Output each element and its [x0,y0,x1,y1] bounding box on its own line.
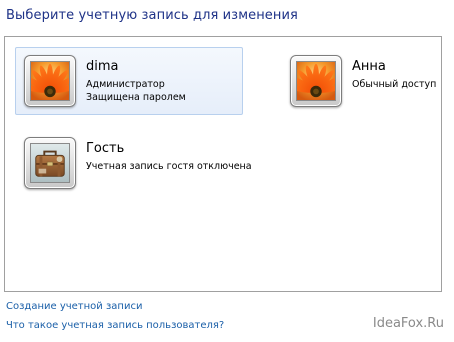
account-type: Обычный доступ [352,79,437,90]
accounts-panel: dima Администратор Защищена паролем Анна… [4,36,442,292]
watermark: IdeaFox.Ru [372,316,444,331]
account-status: Учетная запись гостя отключена [86,161,252,172]
account-tile-anna[interactable]: Анна Обычный доступ [281,47,439,115]
account-tile-guest[interactable]: Гость Учетная запись гостя отключена [15,129,295,197]
avatar [290,55,342,107]
flower-icon [30,61,70,101]
avatar [24,137,76,189]
account-name: Анна [352,59,386,74]
account-password-status: Защищена паролем [86,92,186,103]
create-account-link[interactable]: Создание учетной записи [6,301,142,312]
account-tile-dima[interactable]: dima Администратор Защищена паролем [15,47,243,115]
flower-icon [296,61,336,101]
what-is-account-link[interactable]: Что такое учетная запись пользователя? [6,320,224,331]
account-type: Администратор [86,79,165,90]
page-title: Выберите учетную запись для изменения [6,8,298,23]
account-name: dima [86,59,119,74]
account-name: Гость [86,141,125,156]
suitcase-icon [30,143,70,183]
avatar [24,55,76,107]
